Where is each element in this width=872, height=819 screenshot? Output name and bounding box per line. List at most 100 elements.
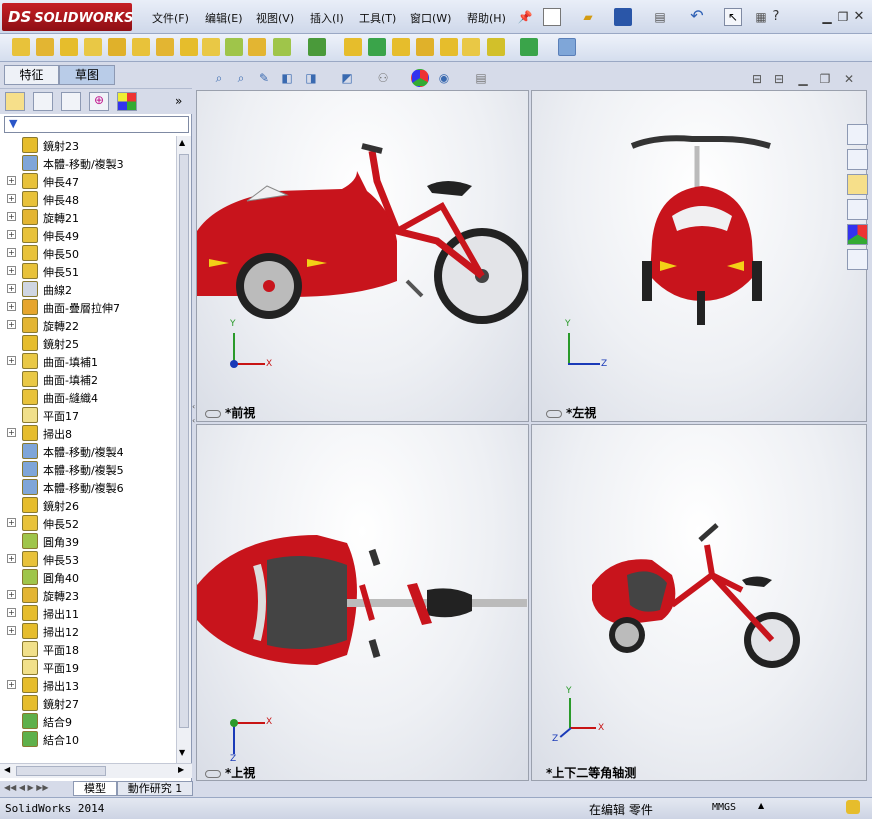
- menu-edit[interactable]: 编辑(E): [205, 10, 243, 26]
- extruded-cut-icon[interactable]: [132, 38, 150, 56]
- custom-properties-icon[interactable]: [847, 249, 868, 270]
- reference-geometry-icon[interactable]: [487, 38, 505, 56]
- tree-item[interactable]: 結合10: [0, 730, 176, 748]
- chamfer-icon[interactable]: [248, 38, 266, 56]
- hscroll-thumb[interactable]: [16, 766, 106, 776]
- tree-item[interactable]: + 旋轉23: [0, 586, 176, 604]
- tab-nav-arrows[interactable]: ◀◀ ◀ ▶ ▶▶: [4, 783, 49, 792]
- tab-sketch[interactable]: 草图: [59, 65, 115, 85]
- tree-item[interactable]: 鏡射23: [0, 136, 176, 154]
- tree-filter-input[interactable]: ▼: [4, 116, 189, 133]
- status-units[interactable]: MMGS: [712, 802, 736, 813]
- zoom-to-fit-icon[interactable]: ⌕: [210, 69, 228, 87]
- draft-icon[interactable]: [368, 38, 386, 56]
- scene-icon[interactable]: ◉: [435, 69, 453, 87]
- tree-item[interactable]: 鏡射27: [0, 694, 176, 712]
- design-library-icon[interactable]: [847, 149, 868, 170]
- resources-home-icon[interactable]: [847, 124, 868, 145]
- tree-item[interactable]: + 伸長53: [0, 550, 176, 568]
- close-icon[interactable]: ✕: [850, 7, 868, 25]
- tree-item[interactable]: + 旋轉22: [0, 316, 176, 334]
- hide-show-icon[interactable]: ⚇: [374, 69, 392, 87]
- tree-item[interactable]: + 旋轉21: [0, 208, 176, 226]
- status-icon[interactable]: [846, 800, 860, 814]
- tree-item[interactable]: + 曲線2: [0, 280, 176, 298]
- tree-item[interactable]: 本體-移動/複製5: [0, 460, 176, 478]
- select-cursor-icon[interactable]: ↖: [724, 8, 742, 26]
- viewport-front[interactable]: Y X *前視: [196, 90, 529, 422]
- tree-item[interactable]: 曲面-填補2: [0, 370, 176, 388]
- expand-plus-icon[interactable]: +: [7, 428, 16, 437]
- property-manager-icon[interactable]: [33, 92, 53, 111]
- file-explorer-icon[interactable]: [847, 174, 868, 195]
- tree-item[interactable]: + 伸長49: [0, 226, 176, 244]
- tree-item[interactable]: 平面19: [0, 658, 176, 676]
- viewport-top[interactable]: X Z *上視: [196, 424, 529, 781]
- view-palette-icon[interactable]: [847, 199, 868, 220]
- save-icon[interactable]: [614, 8, 632, 26]
- undo-icon[interactable]: ↶: [688, 6, 706, 25]
- tree-item[interactable]: + 掃出13: [0, 676, 176, 694]
- scroll-right-icon[interactable]: ▶: [178, 765, 184, 774]
- wrap-icon[interactable]: [416, 38, 434, 56]
- expand-plus-icon[interactable]: +: [7, 626, 16, 635]
- tree-item[interactable]: + 掃出11: [0, 604, 176, 622]
- view-orientation-icon[interactable]: ◨: [302, 69, 320, 87]
- viewport-restore-icon[interactable]: ❐: [816, 70, 834, 88]
- tree-item[interactable]: 結合9: [0, 712, 176, 730]
- tree-item[interactable]: 圓角39: [0, 532, 176, 550]
- tree-vertical-scrollbar[interactable]: ▲ ▼: [176, 136, 191, 763]
- tree-item[interactable]: + 曲面-填補1: [0, 352, 176, 370]
- expand-plus-icon[interactable]: +: [7, 320, 16, 329]
- tree-horizontal-scrollbar[interactable]: ◀ ▶: [0, 763, 192, 778]
- scroll-thumb[interactable]: [179, 154, 189, 728]
- rib-icon[interactable]: [344, 38, 362, 56]
- zoom-to-area-icon[interactable]: ⌕: [232, 69, 250, 87]
- instant3d-icon[interactable]: [558, 38, 576, 56]
- expand-plus-icon[interactable]: +: [7, 302, 16, 311]
- tree-item[interactable]: 鏡射26: [0, 496, 176, 514]
- open-folder-icon[interactable]: ▰: [579, 8, 597, 26]
- fillet-icon[interactable]: [225, 38, 243, 56]
- solidworks-logo[interactable]: DS SOLIDWORKS: [2, 3, 133, 31]
- pin-icon[interactable]: 📌: [516, 8, 534, 26]
- menu-file[interactable]: 文件(F): [152, 10, 189, 26]
- section-view-icon[interactable]: ◧: [278, 69, 296, 87]
- feature-tree-icon[interactable]: [5, 92, 25, 111]
- menu-help[interactable]: 帮助(H): [467, 10, 506, 26]
- scroll-up-icon[interactable]: ▲: [179, 138, 185, 147]
- expand-plus-icon[interactable]: +: [7, 194, 16, 203]
- tree-item[interactable]: + 曲面-疊層拉伸7: [0, 298, 176, 316]
- tree-item[interactable]: 平面17: [0, 406, 176, 424]
- appearances-icon[interactable]: [847, 224, 868, 245]
- chevron-right-icon[interactable]: »: [175, 94, 182, 108]
- expand-plus-icon[interactable]: +: [7, 680, 16, 689]
- extruded-boss-icon[interactable]: [12, 38, 30, 56]
- menu-insert[interactable]: 插入(I): [310, 10, 344, 26]
- tree-item[interactable]: 本體-移動/複製3: [0, 154, 176, 172]
- swept-boss-icon[interactable]: [60, 38, 78, 56]
- pattern-icon[interactable]: [273, 38, 291, 56]
- tree-item[interactable]: + 伸長51: [0, 262, 176, 280]
- expand-plus-icon[interactable]: +: [7, 176, 16, 185]
- revolved-boss-icon[interactable]: [36, 38, 54, 56]
- linear-pattern-icon[interactable]: [308, 38, 326, 56]
- tree-item[interactable]: 本體-移動/複製6: [0, 478, 176, 496]
- shell-icon[interactable]: [392, 38, 410, 56]
- viewport-iso[interactable]: Y X Z *上下二等角轴测: [531, 424, 867, 781]
- scroll-left-icon[interactable]: ◀: [4, 765, 10, 774]
- expand-plus-icon[interactable]: +: [7, 356, 16, 365]
- viewport-close-icon[interactable]: ✕: [840, 70, 858, 88]
- expand-plus-icon[interactable]: +: [7, 590, 16, 599]
- expand-plus-icon[interactable]: +: [7, 518, 16, 527]
- tree-item[interactable]: + 伸長52: [0, 514, 176, 532]
- boundary-boss-icon[interactable]: [108, 38, 126, 56]
- configuration-manager-icon[interactable]: [61, 92, 81, 111]
- viewport-minimize-icon[interactable]: ▁: [794, 70, 812, 88]
- scroll-down-icon[interactable]: ▼: [179, 748, 185, 757]
- new-document-icon[interactable]: [543, 8, 561, 26]
- tree-item[interactable]: 平面18: [0, 640, 176, 658]
- tree-item[interactable]: + 伸長50: [0, 244, 176, 262]
- viewport-left[interactable]: Y Z *左視: [531, 90, 867, 422]
- units-dropdown-icon[interactable]: ▲: [758, 801, 764, 810]
